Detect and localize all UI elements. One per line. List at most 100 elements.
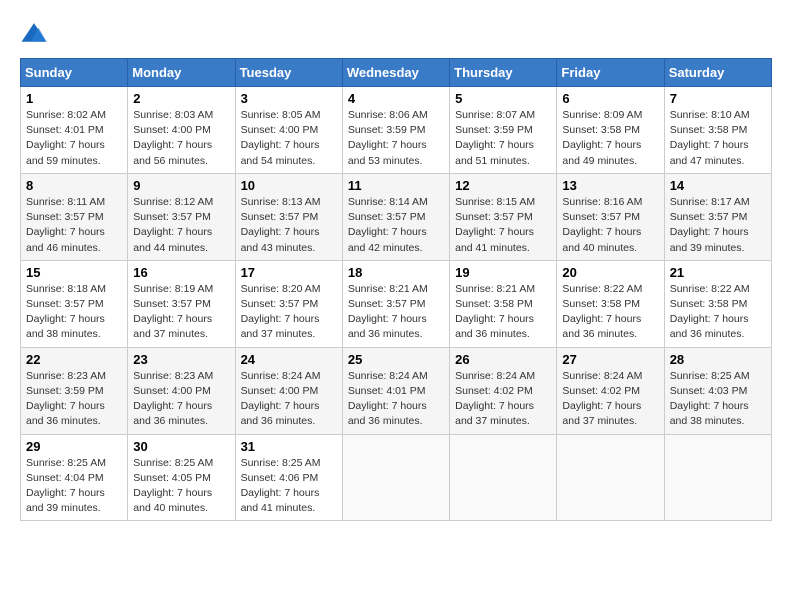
- day-info: Sunrise: 8:21 AMSunset: 3:58 PMDaylight:…: [455, 283, 535, 341]
- day-number: 13: [562, 178, 658, 193]
- day-info: Sunrise: 8:18 AMSunset: 3:57 PMDaylight:…: [26, 283, 106, 341]
- day-number: 7: [670, 91, 766, 106]
- day-info: Sunrise: 8:23 AMSunset: 4:00 PMDaylight:…: [133, 370, 213, 428]
- day-number: 31: [241, 439, 337, 454]
- day-info: Sunrise: 8:19 AMSunset: 3:57 PMDaylight:…: [133, 283, 213, 341]
- calendar-cell: 28 Sunrise: 8:25 AMSunset: 4:03 PMDaylig…: [664, 347, 771, 434]
- logo: [20, 20, 52, 48]
- day-number: 14: [670, 178, 766, 193]
- day-info: Sunrise: 8:24 AMSunset: 4:02 PMDaylight:…: [562, 370, 642, 428]
- calendar-cell: 19 Sunrise: 8:21 AMSunset: 3:58 PMDaylig…: [450, 260, 557, 347]
- day-info: Sunrise: 8:11 AMSunset: 3:57 PMDaylight:…: [26, 196, 105, 254]
- calendar-cell: 16 Sunrise: 8:19 AMSunset: 3:57 PMDaylig…: [128, 260, 235, 347]
- calendar-cell: 29 Sunrise: 8:25 AMSunset: 4:04 PMDaylig…: [21, 434, 128, 521]
- day-header: Friday: [557, 59, 664, 87]
- day-number: 25: [348, 352, 444, 367]
- page-header: [20, 20, 772, 48]
- day-info: Sunrise: 8:03 AMSunset: 4:00 PMDaylight:…: [133, 109, 213, 167]
- day-info: Sunrise: 8:02 AMSunset: 4:01 PMDaylight:…: [26, 109, 106, 167]
- day-number: 11: [348, 178, 444, 193]
- day-number: 15: [26, 265, 122, 280]
- day-info: Sunrise: 8:24 AMSunset: 4:01 PMDaylight:…: [348, 370, 428, 428]
- calendar-cell: 7 Sunrise: 8:10 AMSunset: 3:58 PMDayligh…: [664, 87, 771, 174]
- day-header: Tuesday: [235, 59, 342, 87]
- calendar-cell: [557, 434, 664, 521]
- day-info: Sunrise: 8:25 AMSunset: 4:06 PMDaylight:…: [241, 457, 321, 515]
- day-info: Sunrise: 8:10 AMSunset: 3:58 PMDaylight:…: [670, 109, 750, 167]
- calendar-cell: [450, 434, 557, 521]
- day-number: 30: [133, 439, 229, 454]
- day-info: Sunrise: 8:15 AMSunset: 3:57 PMDaylight:…: [455, 196, 535, 254]
- day-number: 16: [133, 265, 229, 280]
- day-info: Sunrise: 8:22 AMSunset: 3:58 PMDaylight:…: [670, 283, 750, 341]
- calendar-cell: 6 Sunrise: 8:09 AMSunset: 3:58 PMDayligh…: [557, 87, 664, 174]
- calendar-cell: 8 Sunrise: 8:11 AMSunset: 3:57 PMDayligh…: [21, 173, 128, 260]
- day-header: Wednesday: [342, 59, 449, 87]
- day-info: Sunrise: 8:23 AMSunset: 3:59 PMDaylight:…: [26, 370, 106, 428]
- day-number: 24: [241, 352, 337, 367]
- calendar-cell: 14 Sunrise: 8:17 AMSunset: 3:57 PMDaylig…: [664, 173, 771, 260]
- calendar-cell: 26 Sunrise: 8:24 AMSunset: 4:02 PMDaylig…: [450, 347, 557, 434]
- calendar-cell: 10 Sunrise: 8:13 AMSunset: 3:57 PMDaylig…: [235, 173, 342, 260]
- calendar-cell: 24 Sunrise: 8:24 AMSunset: 4:00 PMDaylig…: [235, 347, 342, 434]
- day-number: 19: [455, 265, 551, 280]
- calendar-cell: [664, 434, 771, 521]
- day-info: Sunrise: 8:25 AMSunset: 4:04 PMDaylight:…: [26, 457, 106, 515]
- day-number: 17: [241, 265, 337, 280]
- day-number: 8: [26, 178, 122, 193]
- day-number: 21: [670, 265, 766, 280]
- day-number: 1: [26, 91, 122, 106]
- day-number: 29: [26, 439, 122, 454]
- calendar-cell: 23 Sunrise: 8:23 AMSunset: 4:00 PMDaylig…: [128, 347, 235, 434]
- day-info: Sunrise: 8:22 AMSunset: 3:58 PMDaylight:…: [562, 283, 642, 341]
- day-number: 20: [562, 265, 658, 280]
- day-info: Sunrise: 8:09 AMSunset: 3:58 PMDaylight:…: [562, 109, 642, 167]
- day-header: Sunday: [21, 59, 128, 87]
- calendar-cell: 11 Sunrise: 8:14 AMSunset: 3:57 PMDaylig…: [342, 173, 449, 260]
- calendar-cell: 2 Sunrise: 8:03 AMSunset: 4:00 PMDayligh…: [128, 87, 235, 174]
- calendar-cell: 20 Sunrise: 8:22 AMSunset: 3:58 PMDaylig…: [557, 260, 664, 347]
- calendar-cell: 22 Sunrise: 8:23 AMSunset: 3:59 PMDaylig…: [21, 347, 128, 434]
- calendar-cell: 12 Sunrise: 8:15 AMSunset: 3:57 PMDaylig…: [450, 173, 557, 260]
- day-info: Sunrise: 8:14 AMSunset: 3:57 PMDaylight:…: [348, 196, 428, 254]
- day-info: Sunrise: 8:07 AMSunset: 3:59 PMDaylight:…: [455, 109, 535, 167]
- day-number: 2: [133, 91, 229, 106]
- day-number: 22: [26, 352, 122, 367]
- day-info: Sunrise: 8:24 AMSunset: 4:00 PMDaylight:…: [241, 370, 321, 428]
- calendar-cell: 18 Sunrise: 8:21 AMSunset: 3:57 PMDaylig…: [342, 260, 449, 347]
- day-number: 9: [133, 178, 229, 193]
- day-header: Saturday: [664, 59, 771, 87]
- calendar-cell: 15 Sunrise: 8:18 AMSunset: 3:57 PMDaylig…: [21, 260, 128, 347]
- calendar-cell: 21 Sunrise: 8:22 AMSunset: 3:58 PMDaylig…: [664, 260, 771, 347]
- day-number: 27: [562, 352, 658, 367]
- day-number: 28: [670, 352, 766, 367]
- calendar-cell: 4 Sunrise: 8:06 AMSunset: 3:59 PMDayligh…: [342, 87, 449, 174]
- calendar-cell: 17 Sunrise: 8:20 AMSunset: 3:57 PMDaylig…: [235, 260, 342, 347]
- day-header: Thursday: [450, 59, 557, 87]
- calendar-table: SundayMondayTuesdayWednesdayThursdayFrid…: [20, 58, 772, 521]
- day-number: 5: [455, 91, 551, 106]
- day-info: Sunrise: 8:05 AMSunset: 4:00 PMDaylight:…: [241, 109, 321, 167]
- day-info: Sunrise: 8:12 AMSunset: 3:57 PMDaylight:…: [133, 196, 213, 254]
- day-number: 4: [348, 91, 444, 106]
- day-info: Sunrise: 8:13 AMSunset: 3:57 PMDaylight:…: [241, 196, 321, 254]
- day-info: Sunrise: 8:21 AMSunset: 3:57 PMDaylight:…: [348, 283, 428, 341]
- day-number: 3: [241, 91, 337, 106]
- calendar-cell: 3 Sunrise: 8:05 AMSunset: 4:00 PMDayligh…: [235, 87, 342, 174]
- calendar-cell: 13 Sunrise: 8:16 AMSunset: 3:57 PMDaylig…: [557, 173, 664, 260]
- day-number: 23: [133, 352, 229, 367]
- day-number: 18: [348, 265, 444, 280]
- day-info: Sunrise: 8:25 AMSunset: 4:03 PMDaylight:…: [670, 370, 750, 428]
- calendar-cell: 9 Sunrise: 8:12 AMSunset: 3:57 PMDayligh…: [128, 173, 235, 260]
- logo-icon: [20, 20, 48, 48]
- day-info: Sunrise: 8:24 AMSunset: 4:02 PMDaylight:…: [455, 370, 535, 428]
- day-number: 10: [241, 178, 337, 193]
- day-number: 26: [455, 352, 551, 367]
- calendar-cell: 27 Sunrise: 8:24 AMSunset: 4:02 PMDaylig…: [557, 347, 664, 434]
- day-info: Sunrise: 8:25 AMSunset: 4:05 PMDaylight:…: [133, 457, 213, 515]
- calendar-cell: 1 Sunrise: 8:02 AMSunset: 4:01 PMDayligh…: [21, 87, 128, 174]
- day-info: Sunrise: 8:06 AMSunset: 3:59 PMDaylight:…: [348, 109, 428, 167]
- day-info: Sunrise: 8:20 AMSunset: 3:57 PMDaylight:…: [241, 283, 321, 341]
- calendar-cell: [342, 434, 449, 521]
- day-number: 6: [562, 91, 658, 106]
